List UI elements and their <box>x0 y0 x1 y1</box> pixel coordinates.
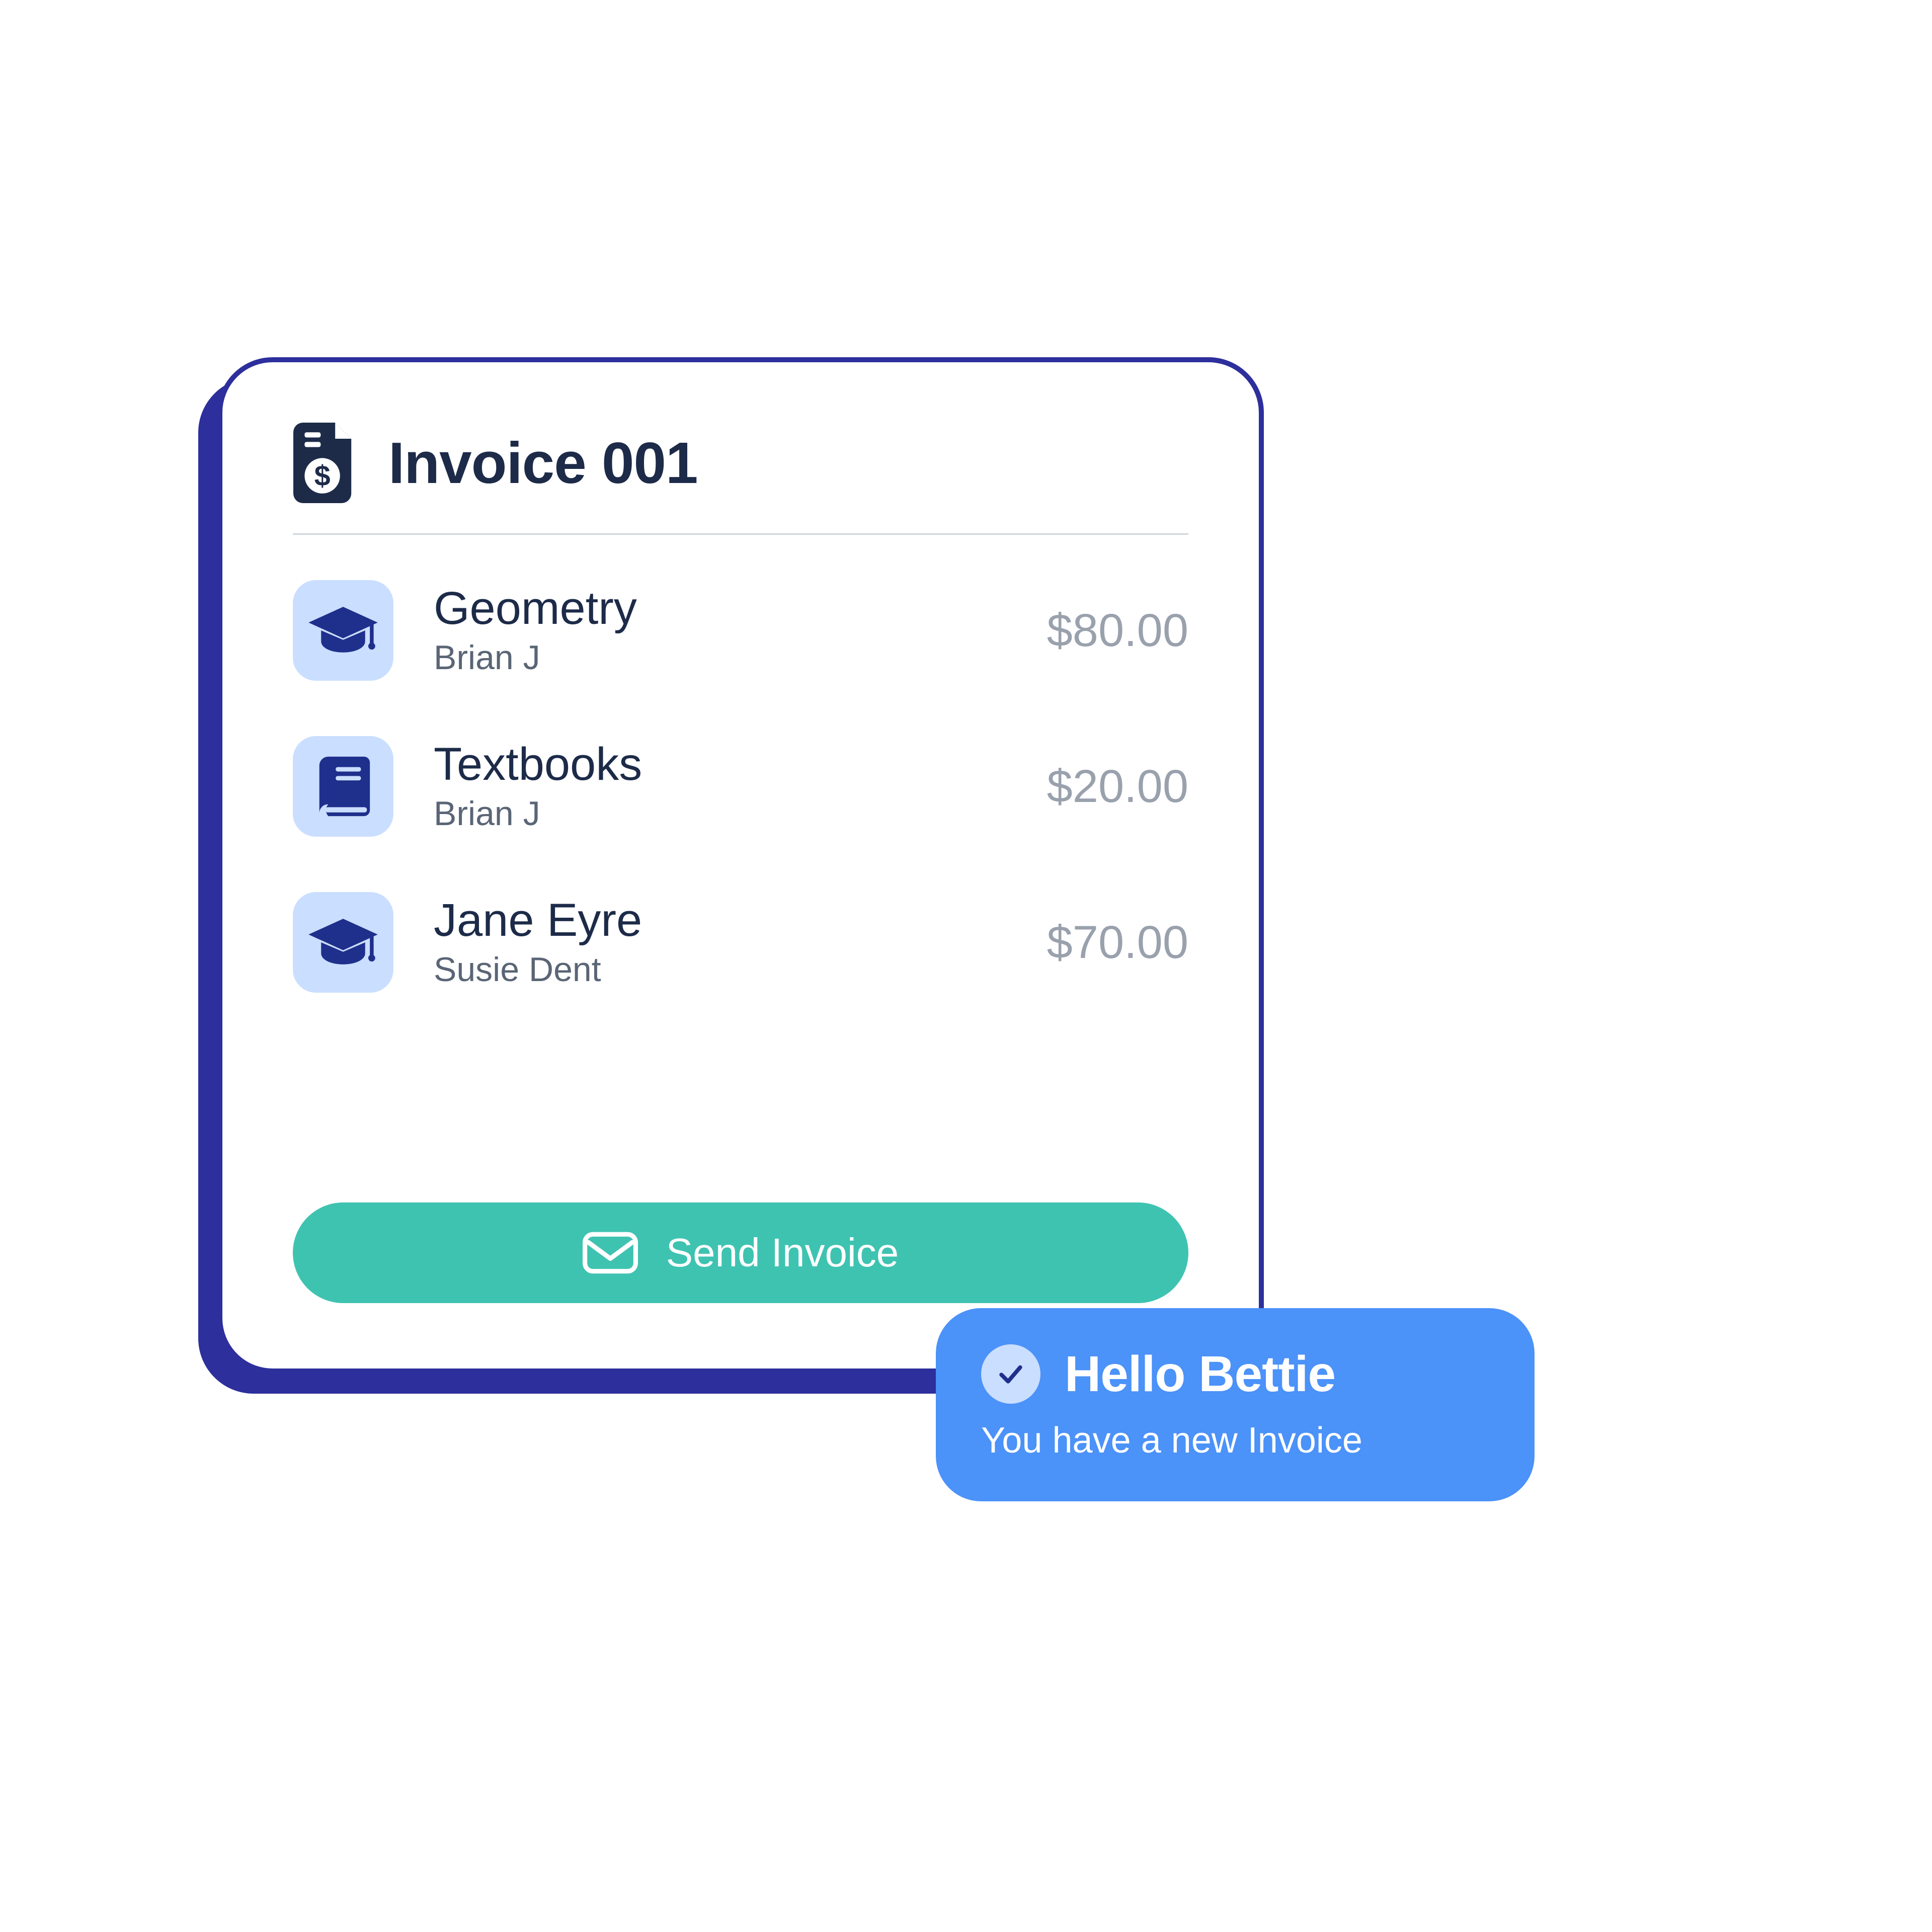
line-item: Jane Eyre Susie Dent $70.00 <box>293 892 1188 993</box>
book-icon <box>293 736 393 837</box>
line-item-title: Textbooks <box>434 740 642 789</box>
line-item: Geometry Brian J $80.00 <box>293 580 1188 681</box>
graduation-cap-icon <box>293 580 393 681</box>
line-item-title: Geometry <box>434 584 637 633</box>
line-item-title: Jane Eyre <box>434 896 642 945</box>
svg-text:$: $ <box>314 460 331 492</box>
toast-title: Hello Bettie <box>1065 1345 1335 1403</box>
toast-body: You have a new Invoice <box>981 1420 1489 1461</box>
line-item-subtitle: Brian J <box>434 639 637 677</box>
invoice-card: $ Invoice 001 Geometry Brian J $80.00 Textb… <box>217 357 1264 1374</box>
line-item-amount: $80.00 <box>1047 604 1188 657</box>
invoice-title: Invoice 001 <box>388 429 697 497</box>
line-item-amount: $70.00 <box>1047 916 1188 969</box>
new-invoice-toast[interactable]: Hello Bettie You have a new Invoice <box>936 1308 1535 1501</box>
check-icon <box>981 1344 1040 1404</box>
line-item-subtitle: Susie Dent <box>434 951 642 989</box>
send-invoice-label: Send Invoice <box>666 1230 899 1276</box>
line-item-subtitle: Brian J <box>434 795 642 833</box>
line-items: Geometry Brian J $80.00 Textbooks Brian J $20… <box>293 580 1188 993</box>
invoice-header: $ Invoice 001 <box>293 423 1188 535</box>
envelope-icon <box>583 1231 638 1274</box>
graduation-cap-icon <box>293 892 393 993</box>
invoice-file-icon: $ <box>293 423 358 503</box>
line-item-amount: $20.00 <box>1047 760 1188 813</box>
line-item: Textbooks Brian J $20.00 <box>293 736 1188 837</box>
send-invoice-button[interactable]: Send Invoice <box>293 1202 1188 1303</box>
